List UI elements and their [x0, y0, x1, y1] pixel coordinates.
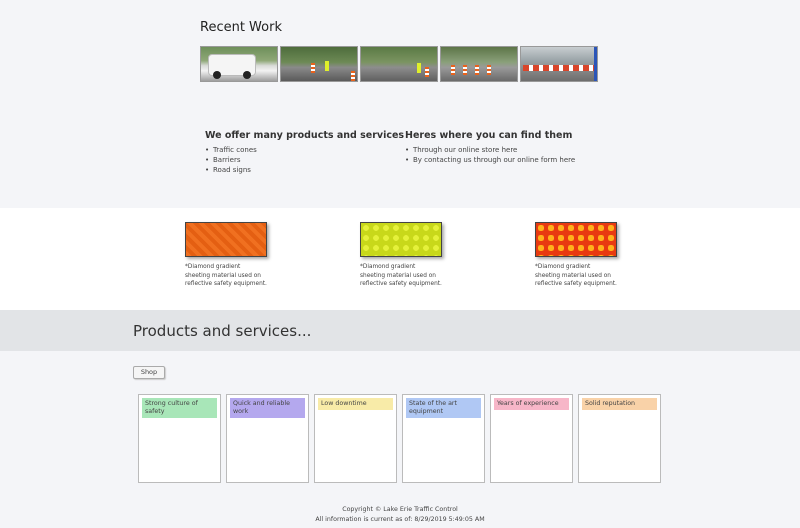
offer-column: We offer many products and services Traf… [205, 130, 404, 175]
traffic-control-photo[interactable] [360, 46, 438, 82]
feature-label: Solid reputation [582, 398, 657, 410]
contact-form-link[interactable]: By contacting us through our online form… [405, 155, 575, 165]
cone-shape [487, 65, 491, 75]
feature-cards: Strong culture of safety Quick and relia… [138, 394, 661, 483]
red-orange-sheeting-image [535, 222, 617, 257]
feature-card: Strong culture of safety [138, 394, 221, 483]
barrier-shape [523, 65, 595, 71]
swatch-caption: *Diamond gradient sheeting material used… [535, 264, 617, 287]
copyright-text: Copyright © Lake Erie Traffic Control [342, 506, 458, 513]
cone-shape [425, 67, 429, 77]
find-heading: Heres where you can find them [405, 130, 573, 141]
find-list: Through our online store here By contact… [405, 145, 575, 165]
online-store-link[interactable]: Through our online store here [405, 145, 575, 155]
swatch-caption: *Diamond gradient sheeting material used… [185, 264, 267, 287]
shop-button[interactable]: Shop [133, 366, 165, 379]
cone-shape [451, 65, 455, 75]
feature-card: Solid reputation [578, 394, 661, 483]
recent-work-gallery [200, 46, 598, 82]
feature-card: Low downtime [314, 394, 397, 483]
products-header-band: Products and services... [0, 310, 800, 351]
swatch-orange: *Diamond gradient sheeting material used… [185, 222, 267, 289]
cone-shape [475, 65, 479, 75]
cone-shape [311, 63, 315, 73]
orange-sheeting-image [185, 222, 267, 257]
highway-barriers-photo[interactable] [520, 46, 598, 82]
feature-label: Low downtime [318, 398, 393, 410]
offer-heading: We offer many products and services [205, 130, 405, 141]
list-item: Traffic cones [205, 145, 404, 155]
swatch-yellow: *Diamond gradient sheeting material used… [360, 222, 442, 289]
recent-work-title: Recent Work [200, 20, 282, 35]
feature-card: Quick and reliable work [226, 394, 309, 483]
feature-label: State of the art equipment [406, 398, 481, 418]
feature-card: Years of experience [490, 394, 573, 483]
worker-shape [325, 61, 329, 71]
find-column: Heres where you can find them Through ou… [405, 130, 575, 165]
cone-shape [463, 65, 467, 75]
wheel-shape [213, 71, 221, 79]
feature-label: Quick and reliable work [230, 398, 305, 418]
products-title: Products and services... [133, 322, 312, 340]
swatch-red-orange: *Diamond gradient sheeting material used… [535, 222, 617, 289]
truck-photo[interactable] [200, 46, 278, 82]
worker-shape [417, 63, 421, 73]
list-item: Road signs [205, 165, 404, 175]
yellow-sheeting-image [360, 222, 442, 257]
wheel-shape [243, 71, 251, 79]
feature-label: Years of experience [494, 398, 569, 410]
material-swatches-section: *Diamond gradient sheeting material used… [0, 208, 800, 310]
feature-label: Strong culture of safety [142, 398, 217, 418]
footer: Copyright © Lake Erie Traffic Control Al… [0, 505, 800, 525]
cone-shape [351, 71, 355, 81]
recent-work-section: Recent Work We offer many products and s… [0, 0, 800, 208]
offer-list: Traffic cones Barriers Road signs [205, 145, 404, 175]
last-updated-text: All information is current as of: 8/29/2… [315, 516, 485, 523]
list-item: Barriers [205, 155, 404, 165]
feature-card: State of the art equipment [402, 394, 485, 483]
barrier-row-photo[interactable] [440, 46, 518, 82]
sign-shape [594, 47, 597, 81]
roadwork-cones-photo[interactable] [280, 46, 358, 82]
swatch-caption: *Diamond gradient sheeting material used… [360, 264, 442, 287]
